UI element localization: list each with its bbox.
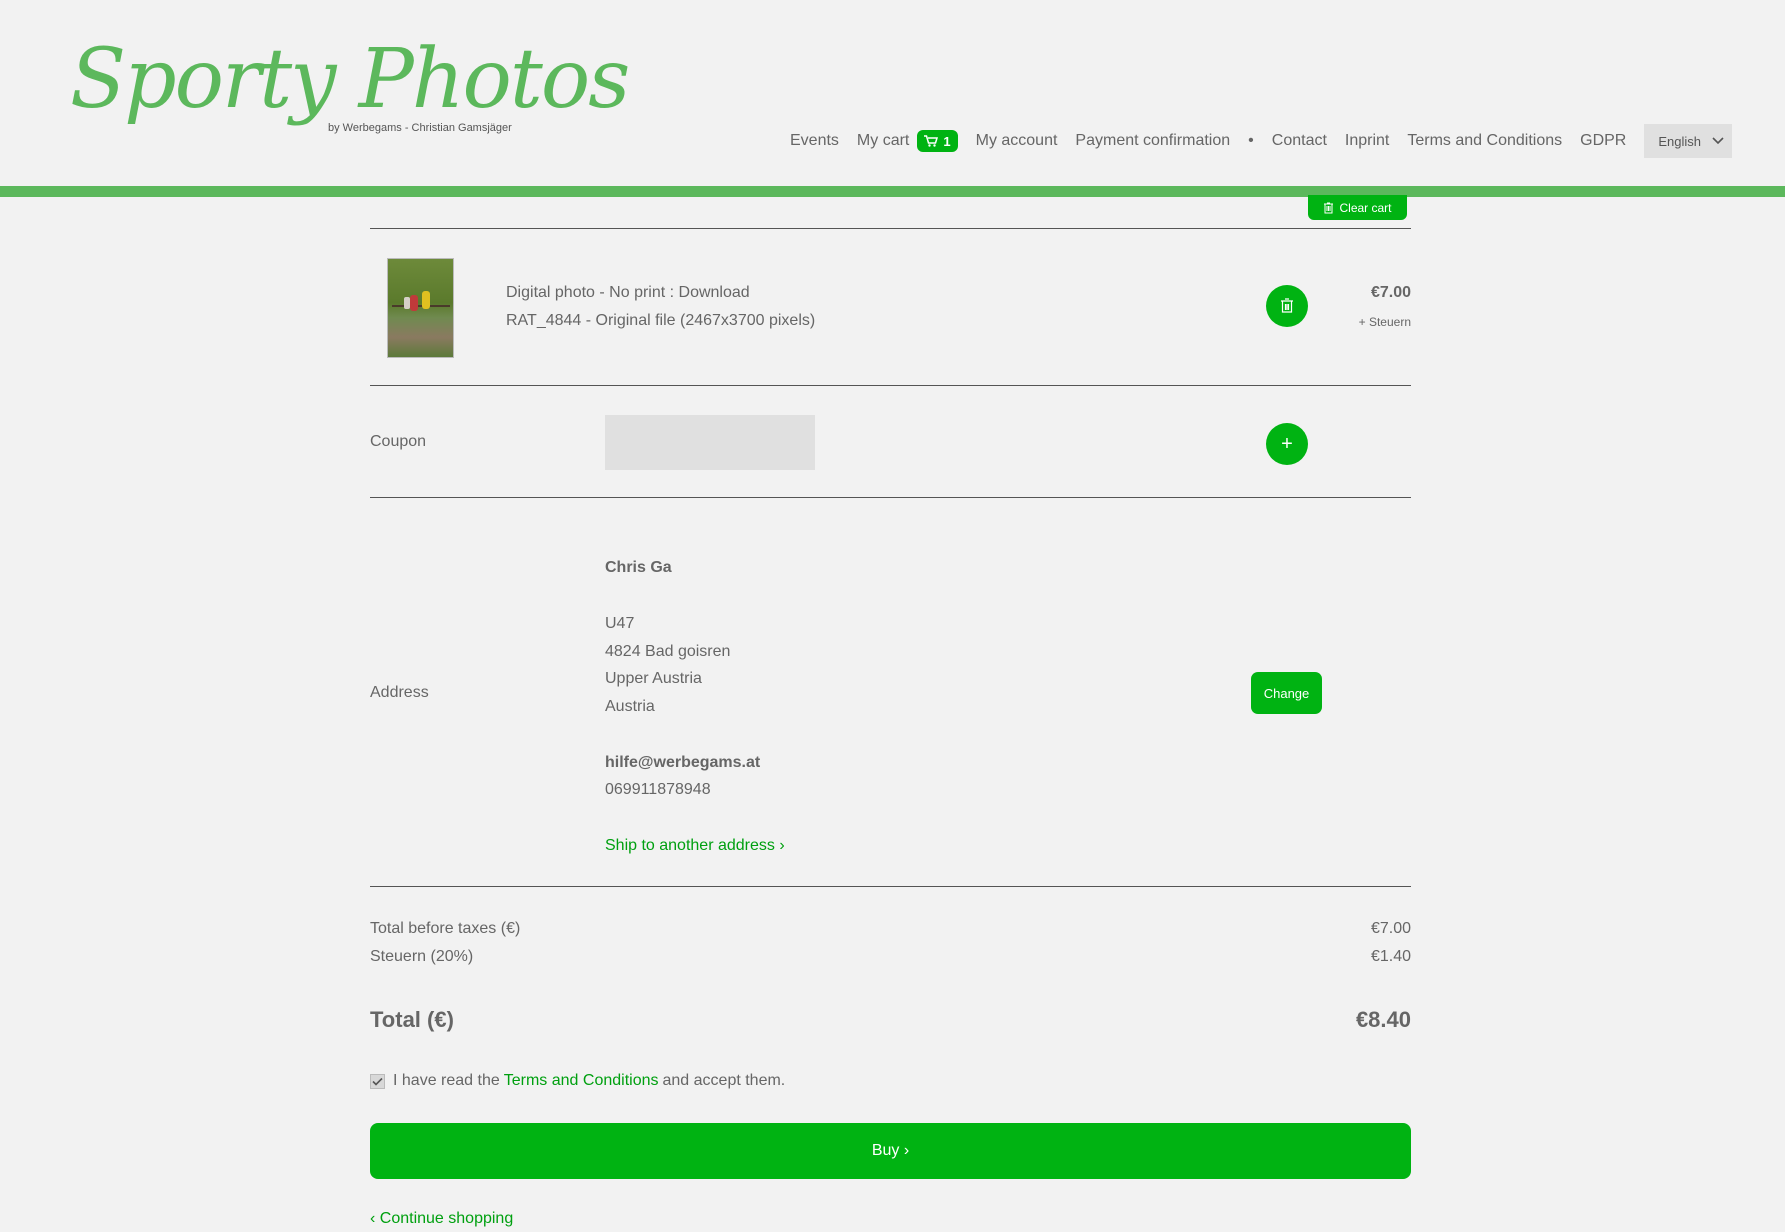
nav-terms[interactable]: Terms and Conditions [1407, 132, 1562, 150]
cart-count: 1 [943, 133, 951, 149]
trash-icon [1281, 298, 1293, 313]
remove-item-button[interactable] [1266, 285, 1308, 327]
item-price: €7.00 [1370, 284, 1411, 301]
product-description: Digital photo - No print : Download [506, 284, 750, 301]
logo-subtitle: by Werbegams - Christian Gamsjäger [328, 122, 512, 134]
buy-button[interactable]: Buy › [370, 1123, 1411, 1179]
change-address-button[interactable]: Change [1251, 672, 1322, 714]
terms-checkbox[interactable] [370, 1073, 385, 1089]
nav-payment-confirmation[interactable]: Payment confirmation [1075, 132, 1230, 150]
nav-my-cart-label: My cart [856, 132, 910, 149]
continue-shopping-link[interactable]: ‹ Continue shopping [370, 1210, 513, 1228]
terms-acceptance: I have read the Terms and Conditions and… [370, 1072, 785, 1090]
terms-text-pre: I have read the [393, 1072, 500, 1089]
terms-link[interactable]: Terms and Conditions [504, 1072, 659, 1090]
nav-inprint[interactable]: Inprint [1345, 132, 1389, 150]
divider [370, 385, 1411, 386]
thumbnail-fence [392, 305, 450, 307]
ship-to-another-address-link[interactable]: Ship to another address › [605, 837, 785, 855]
nav-events[interactable]: Events [790, 132, 839, 150]
address-line: Austria [605, 698, 655, 715]
address-email: hilfe@werbegams.at [605, 754, 761, 771]
nav-gdpr[interactable]: GDPR [1580, 132, 1626, 150]
nav-separator: • [1248, 132, 1254, 149]
total-value: €8.40 [1355, 1007, 1411, 1032]
cart-count-badge: 1 [917, 130, 958, 152]
nav-my-account[interactable]: My account [976, 132, 1058, 150]
divider [370, 497, 1411, 498]
item-tax-note: + Steuern [1358, 315, 1411, 329]
clear-cart-label: Clear cart [1339, 200, 1392, 215]
address-name: Chris Ga [605, 559, 672, 576]
plus-icon: + [1281, 432, 1293, 455]
check-icon [372, 1077, 383, 1086]
terms-text-post: and accept them. [662, 1072, 786, 1089]
product-thumbnail[interactable] [387, 258, 454, 358]
address-line: Upper Austria [605, 670, 702, 687]
divider [370, 886, 1411, 887]
address-line: 4824 Bad goisren [605, 643, 731, 660]
address-label: Address [370, 684, 429, 701]
product-file: RAT_4844 - Original file (2467x3700 pixe… [506, 312, 816, 329]
add-coupon-button[interactable]: + [1266, 423, 1308, 465]
total-label: Total (€) [370, 1007, 454, 1032]
nav-my-cart[interactable]: My cart 1 [857, 130, 958, 152]
address-line: U47 [605, 615, 635, 632]
language-select[interactable]: English [1644, 124, 1733, 158]
address-phone: 069911878948 [605, 781, 711, 798]
coupon-label: Coupon [370, 433, 427, 450]
site-header: Sporty Photos by Werbegams - Christian G… [0, 0, 1785, 185]
trash-icon [1324, 202, 1334, 213]
divider [370, 228, 1411, 229]
thumbnail-figure [422, 291, 430, 309]
main-nav: Events My cart 1 My account Payment conf… [790, 124, 1733, 158]
total-before-taxes-label: Total before taxes (€) [370, 920, 521, 937]
nav-contact[interactable]: Contact [1272, 132, 1327, 150]
tax-label: Steuern (20%) [370, 948, 474, 965]
header-divider-bar [0, 186, 1785, 197]
coupon-input[interactable] [605, 415, 815, 470]
tax-value: €1.40 [1370, 948, 1411, 965]
logo-text: Sporty Photos [70, 32, 630, 127]
thumbnail-figure [410, 295, 418, 311]
total-before-taxes-value: €7.00 [1370, 920, 1411, 937]
cart-icon [924, 135, 939, 147]
language-value: English [1658, 133, 1701, 149]
chevron-down-icon [1712, 137, 1724, 145]
clear-cart-button[interactable]: Clear cart [1308, 195, 1407, 220]
logo[interactable]: Sporty Photos by Werbegams - Christian G… [70, 30, 630, 150]
